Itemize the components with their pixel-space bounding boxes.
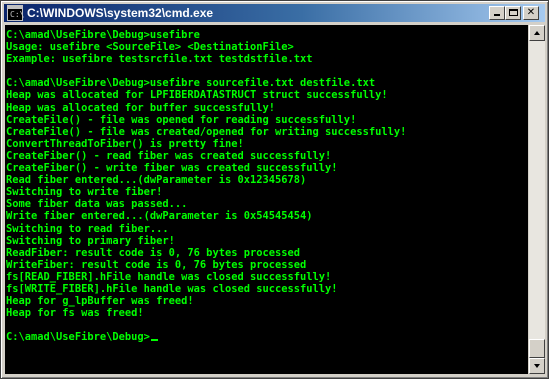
minimize-button[interactable] — [489, 6, 505, 20]
close-icon: ✕ — [526, 7, 536, 18]
console-line: Some fiber data was passed... — [6, 198, 188, 211]
console-line: Switching to primary fiber! — [6, 234, 175, 247]
console-line: Heap for fs was freed! — [6, 307, 144, 320]
maximize-button[interactable] — [505, 6, 521, 20]
console-line: Switching to read fiber... — [6, 222, 169, 235]
console-line: C:\amad\UseFibre\Debug>usefibre sourcefi… — [6, 77, 376, 90]
window-title: C:\WINDOWS\system32\cmd.exe — [27, 6, 214, 20]
console-line: Write fiber entered...(dwParameter is 0x… — [6, 210, 313, 223]
scroll-down-button[interactable] — [529, 358, 545, 374]
scroll-up-arrow-icon — [534, 31, 540, 35]
minimize-icon — [494, 14, 500, 16]
scroll-up-button[interactable] — [529, 25, 545, 41]
console-output[interactable]: C:\amad\UseFibre\Debug>usefibre Usage: us… — [5, 25, 528, 374]
console-line: WriteFiber: result code is 0, 76 bytes p… — [6, 258, 307, 271]
console-line: fs[WRITE_FIBER].hFile handle was closed … — [6, 282, 338, 295]
console-icon[interactable]: C:\ — [7, 5, 25, 21]
console-line: Usage: usefibre <SourceFile> <Destinatio… — [6, 41, 294, 54]
console-line: Example: usefibre testsrcfile.txt testds… — [6, 53, 313, 66]
console-line: CreateFiber() - read fiber was created s… — [6, 149, 332, 162]
title-bar[interactable]: C:\ C:\WINDOWS\system32\cmd.exe ✕ — [4, 4, 545, 22]
console-line: Heap was allocated for LPFIBERDATASTRUCT… — [6, 89, 388, 102]
console-line: Heap for g_lpBuffer was freed! — [6, 295, 194, 308]
console-line: Read fiber entered...(dwParameter is 0x1… — [6, 174, 307, 187]
maximize-icon — [509, 9, 518, 16]
scroll-down-arrow-icon — [534, 364, 540, 368]
text-cursor — [150, 339, 158, 342]
console-icon-glyph: C:\ — [10, 10, 25, 19]
console-line: ConvertThreadToFiber() is pretty fine! — [6, 137, 244, 150]
cmd-window: C:\ C:\WINDOWS\system32\cmd.exe ✕ C:\ama… — [0, 0, 549, 379]
console-line: Switching to write fiber! — [6, 186, 163, 199]
console-line: C:\amad\UseFibre\Debug> — [6, 331, 406, 343]
console-line: fs[READ_FIBER].hFile handle was closed s… — [6, 270, 332, 283]
console-line: ReadFiber: result code is 0, 76 bytes pr… — [6, 246, 301, 259]
vertical-scrollbar[interactable] — [529, 25, 545, 374]
console-line: CreateFile() - file was opened for readi… — [6, 113, 357, 126]
console-line: CreateFile() - file was created/opened f… — [6, 125, 407, 138]
close-button[interactable]: ✕ — [523, 6, 539, 20]
console-line: CreateFiber() - write fiber was created … — [6, 162, 338, 175]
console-text-area: C:\amad\UseFibre\Debug>usefibre Usage: us… — [6, 29, 406, 343]
scroll-thumb[interactable] — [529, 339, 545, 358]
console-line: Heap was allocated for buffer successful… — [6, 101, 275, 114]
console-line: C:\amad\UseFibre\Debug>usefibre — [6, 29, 200, 41]
